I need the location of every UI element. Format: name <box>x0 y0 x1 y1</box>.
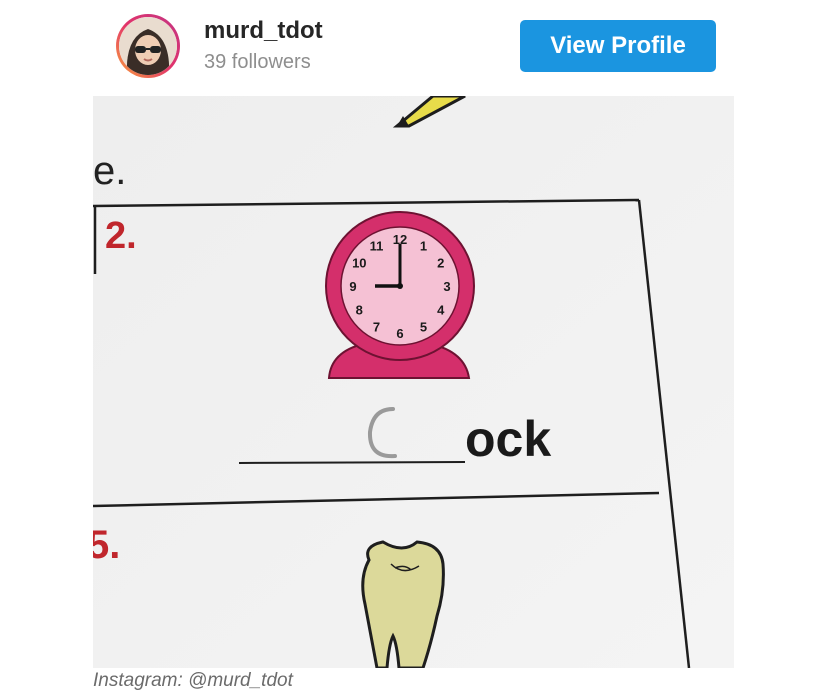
clock-number: 11 <box>370 238 384 253</box>
clock-number: 2 <box>437 256 444 271</box>
view-profile-button[interactable]: View Profile <box>520 20 716 72</box>
avatar-image <box>119 17 177 75</box>
photo-caption: Instagram: @murd_tdot <box>93 670 293 691</box>
clock-illustration: 12 1234567891011 <box>325 211 475 379</box>
clock-number: 5 <box>420 320 427 335</box>
clock-number: 8 <box>356 303 363 318</box>
item-2-number: 2. <box>105 215 137 257</box>
clock-number: 3 <box>443 279 450 294</box>
avatar[interactable] <box>116 14 180 78</box>
clock-number: 4 <box>437 303 445 318</box>
answer-blank <box>238 461 466 464</box>
post-photo: e. 2. 5. 12 1 2 3 4 5 6 7 8 9 10 11 ock <box>93 96 734 668</box>
post-header: murd_tdot 39 followers View Profile <box>0 0 835 92</box>
word-suffix: ock <box>465 411 551 467</box>
clock-number: 10 <box>352 256 366 271</box>
follower-count: 39 followers <box>204 51 311 73</box>
clock-number: 6 <box>396 326 403 341</box>
clock-number: 1 <box>420 238 427 253</box>
item-5-number: 5. <box>93 523 120 567</box>
worksheet-photo: e. 2. 5. 12 1234567891011 ock <box>93 96 734 668</box>
clock-number: 7 <box>373 320 380 335</box>
fragment-text: e. <box>93 149 126 193</box>
username[interactable]: murd_tdot <box>204 17 323 45</box>
clock-number: 9 <box>349 279 356 294</box>
